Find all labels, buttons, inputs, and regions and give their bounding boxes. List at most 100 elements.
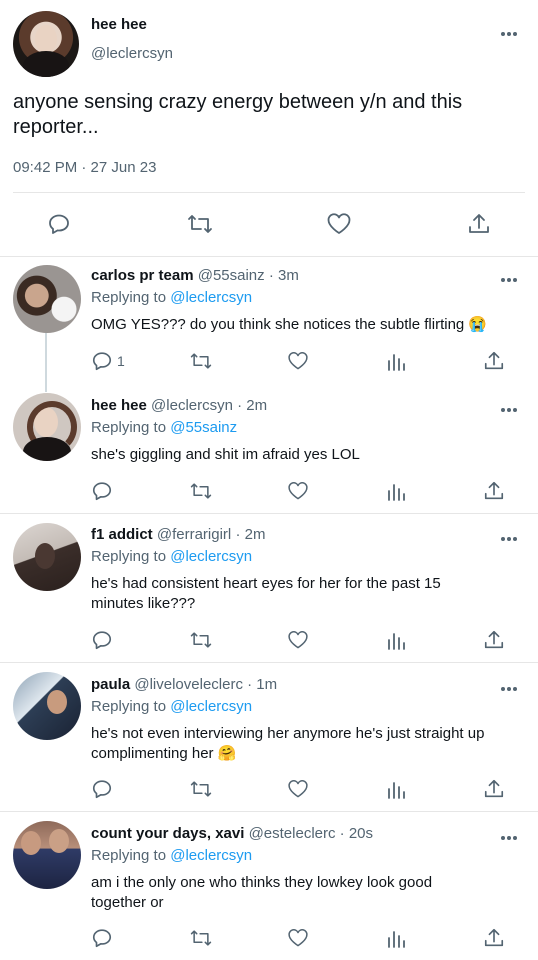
- handle[interactable]: @leclercsyn: [91, 45, 173, 62]
- avatar[interactable]: [13, 393, 81, 461]
- more-options-button[interactable]: [500, 400, 518, 416]
- like-icon: [288, 929, 308, 947]
- share-button[interactable]: [483, 927, 505, 949]
- handle[interactable]: @esteleclerc: [249, 825, 336, 842]
- analytics-icon: [388, 931, 405, 948]
- handle[interactable]: @ferrarigirl: [157, 526, 231, 543]
- avatar[interactable]: [13, 11, 79, 77]
- share-button[interactable]: [483, 350, 505, 372]
- more-options-button[interactable]: [500, 828, 518, 844]
- avatar[interactable]: [13, 523, 81, 591]
- like-button[interactable]: [287, 350, 309, 372]
- reply-button[interactable]: [91, 480, 113, 502]
- replying-to: Replying to @leclercsyn: [91, 847, 253, 864]
- reply-button[interactable]: [91, 927, 113, 949]
- like-button[interactable]: [326, 212, 352, 236]
- more-dots-icon: [501, 687, 517, 691]
- reply-header: carlos pr team @55sainz · 3m: [91, 267, 299, 284]
- replying-to: Replying to @leclercsyn: [91, 548, 253, 565]
- replying-to-link[interactable]: @leclercsyn: [170, 548, 252, 565]
- more-options-button[interactable]: [500, 529, 518, 545]
- share-icon: [484, 351, 504, 370]
- analytics-button[interactable]: [386, 480, 406, 502]
- display-name[interactable]: carlos pr team: [91, 267, 194, 284]
- analytics-icon: [388, 782, 405, 799]
- share-icon: [484, 928, 504, 947]
- display-name[interactable]: hee hee: [91, 16, 147, 33]
- more-options-button[interactable]: [500, 679, 518, 695]
- separator: [0, 662, 538, 663]
- retweet-icon: [190, 930, 212, 946]
- more-dots-icon: [501, 537, 517, 541]
- share-icon: [469, 214, 489, 233]
- reply-button[interactable]: [91, 778, 113, 800]
- reply-count: 1: [117, 353, 125, 369]
- analytics-button[interactable]: [386, 629, 406, 651]
- replying-to: Replying to @leclercsyn: [91, 698, 253, 715]
- retweet-button[interactable]: [189, 629, 213, 651]
- like-button[interactable]: [287, 629, 309, 651]
- tweet-text: anyone sensing crazy energy between y/n …: [13, 91, 463, 138]
- avatar[interactable]: [13, 265, 81, 333]
- reply-text: he's not even interviewing her anymore h…: [91, 725, 485, 762]
- replying-to-link[interactable]: @leclercsyn: [170, 847, 252, 864]
- retweet-button[interactable]: [189, 480, 213, 502]
- handle[interactable]: @liveloveleclerc: [134, 676, 243, 693]
- like-icon: [288, 631, 308, 649]
- retweet-button[interactable]: [189, 927, 213, 949]
- time: · 1m: [247, 676, 278, 693]
- display-name[interactable]: f1 addict: [91, 526, 153, 543]
- more-options-button[interactable]: [500, 24, 518, 40]
- reply-button[interactable]: 1: [91, 350, 125, 372]
- retweet-button[interactable]: [186, 212, 214, 236]
- reply-text: he's had consistent heart eyes for her f…: [91, 575, 441, 612]
- share-button[interactable]: [483, 480, 505, 502]
- like-button[interactable]: [287, 927, 309, 949]
- avatar[interactable]: [13, 821, 81, 889]
- reply-button[interactable]: [47, 212, 71, 236]
- like-icon: [288, 482, 308, 500]
- retweet-button[interactable]: [189, 350, 213, 372]
- retweet-icon: [188, 215, 212, 233]
- display-name[interactable]: count your days, xavi: [91, 825, 244, 842]
- replying-to-link[interactable]: @leclercsyn: [170, 698, 252, 715]
- time: · 2m: [237, 397, 268, 414]
- analytics-icon: [388, 354, 405, 371]
- analytics-button[interactable]: [386, 778, 406, 800]
- handle[interactable]: @55sainz: [198, 267, 265, 284]
- share-button[interactable]: [467, 212, 491, 236]
- more-dots-icon: [501, 836, 517, 840]
- share-button[interactable]: [483, 778, 505, 800]
- time: · 20s: [339, 825, 374, 842]
- reply-icon: [92, 780, 112, 799]
- timestamp[interactable]: 09:42 PM · 27 Jun 23: [13, 159, 156, 176]
- reply-header: hee hee @leclercsyn · 2m: [91, 397, 267, 414]
- display-name[interactable]: hee hee: [91, 397, 147, 414]
- reply-header: f1 addict @ferrarigirl · 2m: [91, 526, 265, 543]
- retweet-icon: [190, 483, 212, 499]
- more-dots-icon: [501, 278, 517, 282]
- analytics-button[interactable]: [386, 927, 406, 949]
- more-options-button[interactable]: [500, 270, 518, 286]
- reply-text: am i the only one who thinks they lowkey…: [91, 874, 433, 911]
- share-button[interactable]: [483, 629, 505, 651]
- like-button[interactable]: [287, 778, 309, 800]
- analytics-button[interactable]: [386, 350, 406, 372]
- replying-to-link[interactable]: @55sainz: [170, 419, 237, 436]
- reply-icon: [92, 352, 112, 371]
- reply-text: OMG YES??? do you think she notices the …: [91, 316, 488, 333]
- divider: [13, 192, 525, 193]
- replying-to-link[interactable]: @leclercsyn: [170, 289, 252, 306]
- like-button[interactable]: [287, 480, 309, 502]
- separator: [0, 256, 538, 257]
- separator: [0, 811, 538, 812]
- like-icon: [288, 352, 308, 370]
- reply-button[interactable]: [91, 629, 113, 651]
- handle[interactable]: @leclercsyn: [151, 397, 233, 414]
- retweet-button[interactable]: [189, 778, 213, 800]
- display-name[interactable]: paula: [91, 676, 130, 693]
- reply-icon: [92, 631, 112, 650]
- reply-icon: [92, 929, 112, 948]
- avatar[interactable]: [13, 672, 81, 740]
- retweet-icon: [190, 781, 212, 797]
